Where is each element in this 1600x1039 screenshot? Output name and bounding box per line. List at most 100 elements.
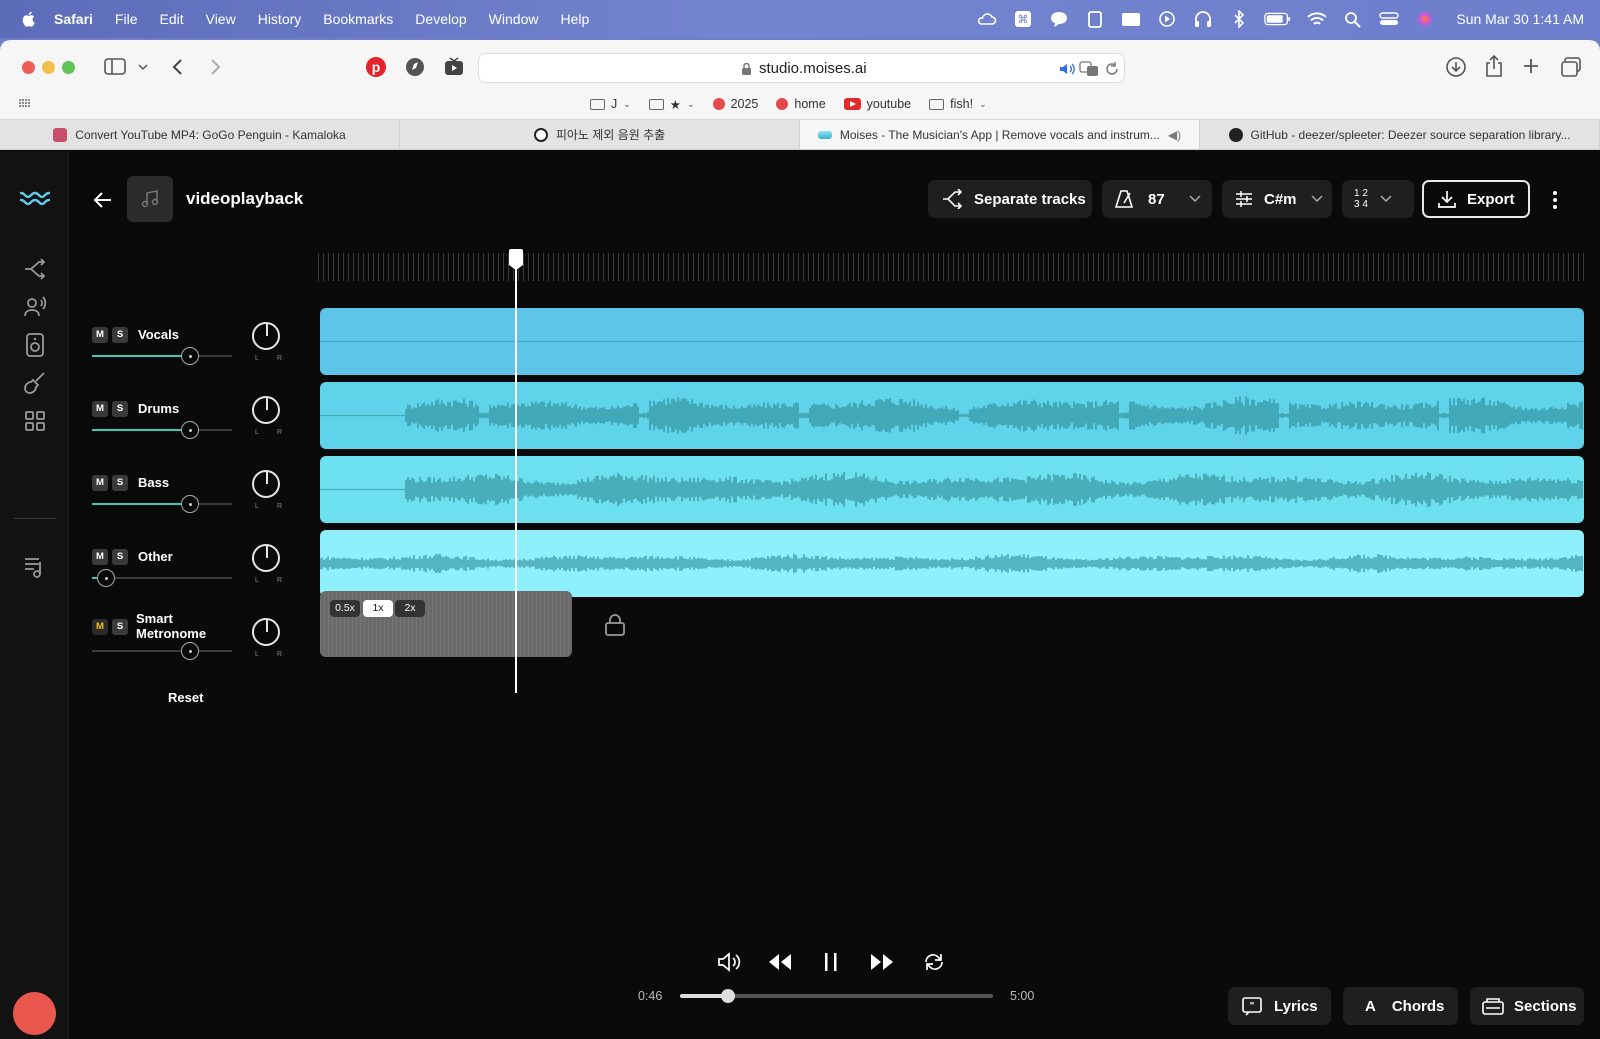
export-button[interactable]: Export [1422, 180, 1530, 218]
sidebar-toggle-icon[interactable] [104, 58, 126, 76]
siri-icon[interactable] [1414, 10, 1436, 28]
speed-double-button[interactable]: 2x [395, 600, 425, 617]
wifi-icon[interactable] [1306, 10, 1328, 28]
url-text[interactable]: studio.moises.ai [759, 60, 867, 77]
extension-compass-icon[interactable] [404, 56, 426, 78]
extension-tv-icon[interactable] [443, 56, 465, 78]
bookmark-folder-j[interactable]: J ⌄ [590, 97, 631, 111]
menu-clock[interactable]: Sun Mar 30 1:41 AM [1456, 11, 1584, 27]
time-signature-selector[interactable]: 1 2 3 4 [1342, 180, 1414, 218]
menu-app-name[interactable]: Safari [54, 11, 93, 27]
mute-button[interactable]: M [92, 549, 108, 565]
key-selector[interactable]: C#m [1222, 180, 1332, 218]
mute-button[interactable]: M [92, 401, 108, 417]
chevron-down-icon[interactable] [138, 63, 148, 71]
bookmark-2025[interactable]: 2025 [712, 97, 758, 111]
apps-grid-icon[interactable] [18, 98, 32, 108]
volume-slider[interactable] [92, 569, 232, 587]
solo-button[interactable]: S [112, 549, 128, 565]
pan-knob[interactable] [252, 470, 280, 498]
volume-knob[interactable] [97, 569, 115, 587]
bpm-selector[interactable]: 87 [1102, 180, 1212, 218]
volume-slider[interactable] [92, 347, 232, 365]
forward-nav-icon[interactable] [209, 58, 221, 76]
close-window-button[interactable] [22, 61, 35, 74]
pan-knob[interactable] [252, 544, 280, 572]
spotlight-search-icon[interactable] [1342, 10, 1364, 28]
menu-help[interactable]: Help [560, 11, 589, 27]
timeline-ruler[interactable] [318, 253, 1584, 281]
translate-icon[interactable] [1079, 61, 1099, 77]
mute-button[interactable]: M [92, 619, 108, 635]
menu-bookmarks[interactable]: Bookmarks [323, 11, 393, 27]
chords-button[interactable]: A Chords [1343, 987, 1458, 1025]
solo-button[interactable]: S [112, 327, 128, 343]
pan-knob[interactable] [252, 322, 280, 350]
playhead-line[interactable] [515, 251, 517, 693]
bookmark-home[interactable]: home [776, 97, 826, 111]
volume-icon[interactable] [717, 951, 741, 973]
metronome-lane[interactable]: 0.5x 1x 2x [320, 591, 572, 657]
bookmark-folder-fish[interactable]: fish! ⌄ [929, 97, 987, 111]
chat-icon[interactable] [1048, 10, 1070, 28]
browser-tab-moises[interactable]: Moises - The Musician's App | Remove voc… [800, 120, 1200, 149]
menu-develop[interactable]: Develop [415, 11, 466, 27]
sections-button[interactable]: Sections [1470, 987, 1584, 1025]
menu-window[interactable]: Window [489, 11, 539, 27]
split-tracks-icon[interactable] [22, 256, 48, 282]
solo-button[interactable]: S [112, 401, 128, 417]
record-button[interactable] [13, 992, 56, 1035]
track-lane-other[interactable] [320, 530, 1584, 597]
back-arrow-icon[interactable] [92, 189, 114, 211]
pan-knob[interactable] [252, 396, 280, 424]
browser-tab-convert[interactable]: Convert YouTube MP4: GoGo Penguin - Kama… [0, 120, 400, 149]
menu-file[interactable]: File [115, 11, 138, 27]
lyrics-button[interactable]: " Lyrics [1228, 987, 1331, 1025]
minimize-window-button[interactable] [42, 61, 55, 74]
new-tab-icon[interactable] [1522, 57, 1540, 75]
bookmark-youtube[interactable]: youtube [843, 97, 911, 111]
more-options-icon[interactable] [1553, 191, 1557, 209]
speaker-icon[interactable] [22, 332, 48, 358]
solo-button[interactable]: S [112, 619, 128, 635]
tab-audio-icon[interactable]: ◀) [1168, 128, 1181, 142]
rewind-icon[interactable] [767, 952, 793, 972]
speed-normal-button[interactable]: 1x [363, 600, 393, 617]
browser-tab-piano[interactable]: 피아노 제외 음원 추출 [400, 120, 800, 149]
cloud-icon[interactable] [976, 10, 998, 28]
separate-tracks-button[interactable]: Separate tracks [928, 180, 1092, 218]
play-circle-icon[interactable] [1156, 10, 1178, 28]
track-lane-drums[interactable] [320, 382, 1584, 449]
volume-slider[interactable] [92, 642, 232, 660]
menu-view[interactable]: View [206, 11, 236, 27]
pan-knob[interactable] [252, 618, 280, 646]
fast-forward-icon[interactable] [869, 952, 895, 972]
control-center-icon[interactable] [1378, 10, 1400, 28]
playlist-icon[interactable] [22, 554, 48, 580]
moises-logo-icon[interactable] [19, 185, 51, 211]
bluetooth-icon[interactable] [1228, 10, 1250, 28]
loop-icon[interactable] [922, 951, 946, 973]
headphones-icon[interactable] [1192, 10, 1214, 28]
voice-icon[interactable] [22, 294, 48, 320]
lock-icon[interactable] [604, 613, 626, 637]
bookmark-folder-favorites[interactable]: ★ ⌄ [648, 97, 695, 112]
apps-grid-icon[interactable] [22, 408, 48, 434]
menu-history[interactable]: History [258, 11, 302, 27]
reset-mixer-button[interactable]: Reset [168, 690, 203, 705]
pause-icon[interactable] [823, 951, 839, 973]
back-nav-icon[interactable] [172, 58, 184, 76]
command-icon[interactable]: ⌘ [1012, 10, 1034, 28]
share-icon[interactable] [1484, 54, 1504, 78]
volume-knob[interactable] [181, 642, 199, 660]
address-bar[interactable]: studio.moises.ai [478, 53, 1125, 83]
keyboard-icon[interactable] [1120, 10, 1142, 28]
menu-edit[interactable]: Edit [159, 11, 183, 27]
pinterest-icon[interactable]: p [365, 56, 387, 78]
zoom-window-button[interactable] [62, 61, 75, 74]
volume-slider[interactable] [92, 495, 232, 513]
mute-button[interactable]: M [92, 327, 108, 343]
volume-knob[interactable] [181, 495, 199, 513]
apple-icon[interactable] [20, 10, 38, 28]
solo-button[interactable]: S [112, 475, 128, 491]
